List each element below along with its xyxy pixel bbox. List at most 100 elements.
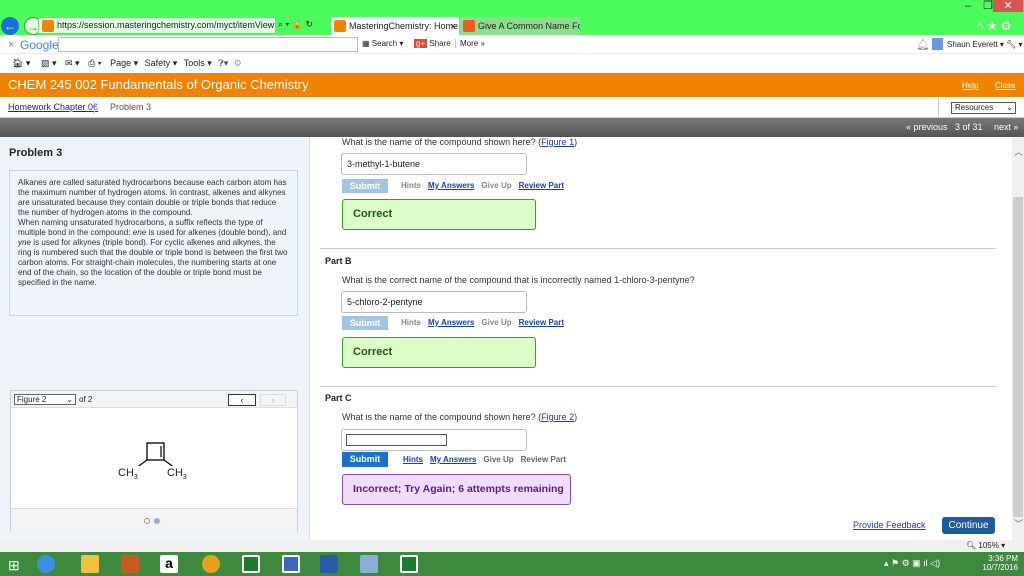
scroll-down-icon[interactable]: ﹀ (1014, 517, 1023, 530)
google-search-button[interactable]: ▦ Search ▾ (362, 39, 403, 48)
next-link[interactable]: next » (994, 118, 1019, 137)
scrollbar-thumb[interactable] (1013, 197, 1023, 517)
previous-figure-button[interactable]: ‹ (228, 394, 256, 406)
scrollbar[interactable]: ︿ ﹀ (1012, 137, 1024, 540)
amazon-icon[interactable]: a (160, 555, 178, 573)
zoom-level[interactable]: 🔍︎ 105% ▾ (966, 541, 1005, 550)
methyl-label: CH3 (167, 467, 187, 481)
part-b-submit-button[interactable]: Submit (342, 316, 388, 330)
page-position: 3 of 31 (955, 122, 983, 132)
back-button[interactable]: ← (1, 17, 19, 35)
date: 10/7/2016 (982, 563, 1018, 572)
tab-favicon (463, 20, 475, 32)
mail-icon[interactable]: ✉ ▾ (65, 58, 80, 68)
user-menu[interactable]: Shaun Everett ▾ 🔧︎ ▾ (947, 40, 1023, 49)
part-a-links: Hints My Answers Give Up Review Part (401, 179, 571, 193)
feeds-icon[interactable]: ▧ ▾ (41, 58, 57, 68)
text: is used for alkenes (double bond), and (146, 228, 287, 237)
system-tray-icons[interactable]: ▴ ⚑ ⚙ ▣ ıl ◁) (884, 558, 940, 569)
calculator-icon[interactable] (400, 555, 418, 573)
text: What is the name of the compound shown h… (342, 412, 542, 422)
tab-masteringchemistry[interactable]: MasteringChemistry: Home... × (331, 17, 459, 35)
chrome-icon[interactable] (202, 555, 220, 573)
store-bag-icon[interactable] (242, 555, 260, 573)
taskbar (0, 552, 1024, 576)
my-answers-link[interactable]: My Answers (430, 455, 476, 464)
hints-link[interactable]: Hints (401, 318, 421, 327)
molecule-structure (137, 442, 174, 466)
close-toolbar-icon[interactable]: × (8, 39, 14, 51)
breadcrumb-homework[interactable]: Homework Chapter 06 (8, 102, 98, 112)
subscript: 3 (182, 474, 187, 482)
part-c-submit-button[interactable]: Submit (342, 452, 388, 467)
print-icon[interactable]: ⎙ ▾ (88, 58, 101, 68)
provide-feedback-link[interactable]: Provide Feedback (853, 520, 926, 530)
clock[interactable]: 3:36 PM 10/7/2016 (978, 554, 1018, 572)
review-part-link[interactable]: Review Part (519, 181, 564, 190)
part-a-submit-button[interactable]: Submit (342, 179, 388, 193)
page-menu[interactable]: Page ▾ (110, 58, 138, 68)
tools-menu[interactable]: Tools ▾ (184, 58, 212, 68)
figure-1-link[interactable]: Figure 1 (541, 137, 574, 147)
my-answers-link[interactable]: My Answers (428, 318, 474, 327)
resources-dropdown[interactable]: Resources ⌄ (951, 102, 1016, 114)
hints-link[interactable]: Hints (401, 181, 421, 190)
figure-dot-2[interactable] (154, 518, 160, 524)
problem-title: Problem 3 (9, 147, 63, 159)
previous-link[interactable]: « previous (906, 118, 948, 137)
divider (938, 97, 939, 117)
close-link[interactable]: Close (995, 81, 1015, 90)
give-up-link[interactable]: Give Up (481, 318, 511, 327)
home-star-gear-icons[interactable]: ⌂ ★ ⚙ (976, 19, 1011, 33)
my-answers-link[interactable]: My Answers (428, 181, 474, 190)
windows-start-icon[interactable]: ⊞ (8, 557, 20, 574)
help-link[interactable]: Help (962, 81, 978, 90)
share-button[interactable]: g+ Share (414, 39, 451, 48)
zoom-value: 105% (978, 541, 999, 550)
intro-paragraph: When naming unsaturated hydrocarbons, a … (18, 218, 289, 288)
google-search-input[interactable] (58, 37, 358, 52)
part-c-question: What is the name of the compound shown h… (342, 412, 577, 422)
minimize-button[interactable]: – (958, 0, 978, 12)
bell-icon[interactable]: 🔔︎ (916, 38, 930, 51)
chevron-down-icon: ⌄ (66, 395, 73, 404)
pager-bar: « previous 3 of 31 next » (0, 118, 1024, 137)
tab-give-a-common-name[interactable]: Give A Common Name For Th... (460, 17, 580, 35)
part-c-answer-input[interactable] (346, 434, 447, 446)
safety-menu[interactable]: Safety ▾ (145, 58, 178, 68)
file-explorer-icon[interactable] (81, 555, 99, 573)
figure-2-link[interactable]: Figure 2 (541, 412, 574, 422)
review-part-link[interactable]: Review Part (521, 455, 566, 464)
help-icon[interactable]: ❓︎▾ (218, 58, 228, 68)
close-window-button[interactable]: ✕ (993, 0, 1023, 12)
internet-explorer-icon[interactable] (37, 555, 55, 573)
figure-select[interactable]: Figure 2 ⌄ (14, 394, 76, 405)
text: ene (132, 228, 147, 237)
part-b-answer-input[interactable]: 5-chloro-2-pentyne (341, 291, 527, 313)
continue-button[interactable]: Continue (942, 517, 995, 534)
hints-link[interactable]: Hints (403, 455, 423, 464)
home-icon[interactable]: 🏠︎ ▾ (12, 58, 30, 68)
divider (320, 386, 996, 387)
chevron-down-icon: ⌄ (1006, 103, 1013, 112)
close-tab-icon[interactable]: × (451, 17, 456, 35)
scroll-up-icon[interactable]: ︿ (1014, 145, 1023, 158)
part-c-answer-box (341, 429, 527, 451)
app-icon[interactable] (360, 555, 378, 573)
word-icon[interactable] (320, 555, 338, 573)
address-bar[interactable]: https://session.masteringchemistry.com/m… (38, 17, 276, 34)
store-icon[interactable] (121, 555, 139, 573)
give-up-link[interactable]: Give Up (483, 455, 513, 464)
next-figure-button[interactable]: › (260, 394, 286, 406)
more-button[interactable]: More » (455, 39, 485, 48)
photos-icon[interactable] (282, 555, 300, 573)
part-a-answer-input[interactable]: 3-methyl-1-butene (341, 153, 527, 175)
settings-gear-icon[interactable]: ⚙ (234, 58, 242, 68)
give-up-link[interactable]: Give Up (481, 181, 511, 190)
course-header: CHEM 245 002 Fundamentals of Organic Che… (0, 73, 1024, 97)
figure-dot-1[interactable] (144, 518, 150, 524)
intro-paragraph: Alkanes are called saturated hydrocarbon… (18, 178, 287, 217)
address-bar-icons[interactable]: ⌕ ▾ 🔒 ↻ (278, 19, 313, 30)
review-part-link[interactable]: Review Part (519, 318, 564, 327)
part-c-label: Part C (325, 393, 352, 403)
